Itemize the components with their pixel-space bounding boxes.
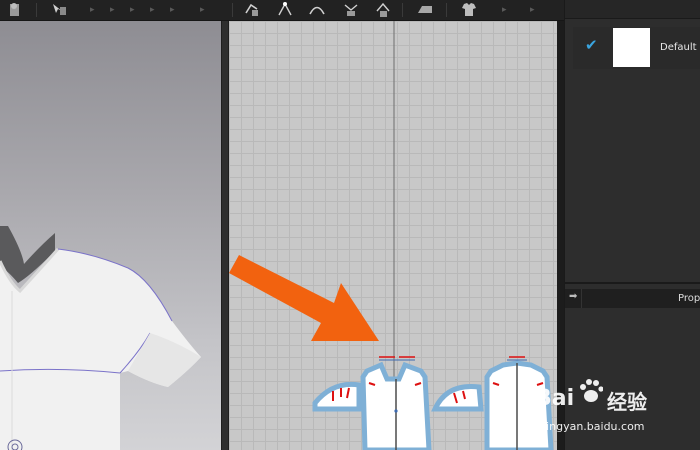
garment-3d-model [0, 226, 201, 450]
2d-pattern-window[interactable] [229, 21, 557, 450]
chevron-icon: ▸ [90, 5, 95, 15]
free-sewing-icon[interactable] [374, 1, 392, 18]
pattern-piece-sleeve-left[interactable] [312, 381, 362, 412]
pattern-piece-sleeve-right[interactable] [431, 383, 484, 412]
orange-arrow [229, 255, 379, 341]
header-separator [581, 289, 582, 308]
avatar-icon[interactable] [6, 1, 24, 18]
paw-icon [580, 379, 603, 402]
chevron-icon: ▸ [130, 5, 135, 15]
point-tool-icon[interactable] [276, 1, 294, 18]
watermark-url: jingyan.baidu.com [543, 420, 645, 433]
property-editor-title: Prop [678, 293, 700, 304]
viewport-divider[interactable] [221, 21, 229, 450]
chevron-icon: ▸ [110, 5, 115, 15]
arrow-right-icon[interactable]: ➡ [569, 291, 577, 302]
pattern-piece-front[interactable] [360, 356, 432, 450]
main-toolbar: ▸ ▸ ▸ ▸ ▸ ▸ ▸ ▸ [0, 0, 564, 21]
toolbar-separator [232, 3, 233, 17]
3d-viewport[interactable] [0, 21, 221, 450]
chevron-icon: ▸ [502, 5, 507, 15]
chevron-icon: ▸ [170, 5, 175, 15]
fabric-name-label: Default F [660, 42, 700, 53]
pattern-tool-icon[interactable] [50, 1, 68, 18]
chevron-icon: ▸ [150, 5, 155, 15]
watermark-brand-left: Bai [535, 386, 575, 411]
chevron-icon: ▸ [200, 5, 205, 15]
toolbar-separator [402, 3, 403, 17]
panel-tab-bar [565, 0, 700, 19]
garment-icon[interactable] [460, 1, 478, 18]
chevron-icon: ▸ [530, 5, 535, 15]
sewing-tool-icon[interactable] [342, 1, 360, 18]
curve-tool-icon[interactable] [308, 1, 326, 18]
check-icon[interactable]: ✔ [585, 36, 598, 54]
watermark-brand-right: 经验 [607, 390, 647, 414]
panel-divider [565, 282, 700, 284]
pattern-canvas [229, 21, 554, 450]
segment-tool-icon[interactable] [243, 1, 261, 18]
fabric-swatch[interactable] [613, 28, 650, 67]
iron-icon[interactable] [416, 1, 434, 18]
toolbar-separator [36, 3, 37, 17]
toolbar-separator [446, 3, 447, 17]
baidu-watermark: Bai 经验 jingyan.baidu.com [535, 372, 695, 442]
